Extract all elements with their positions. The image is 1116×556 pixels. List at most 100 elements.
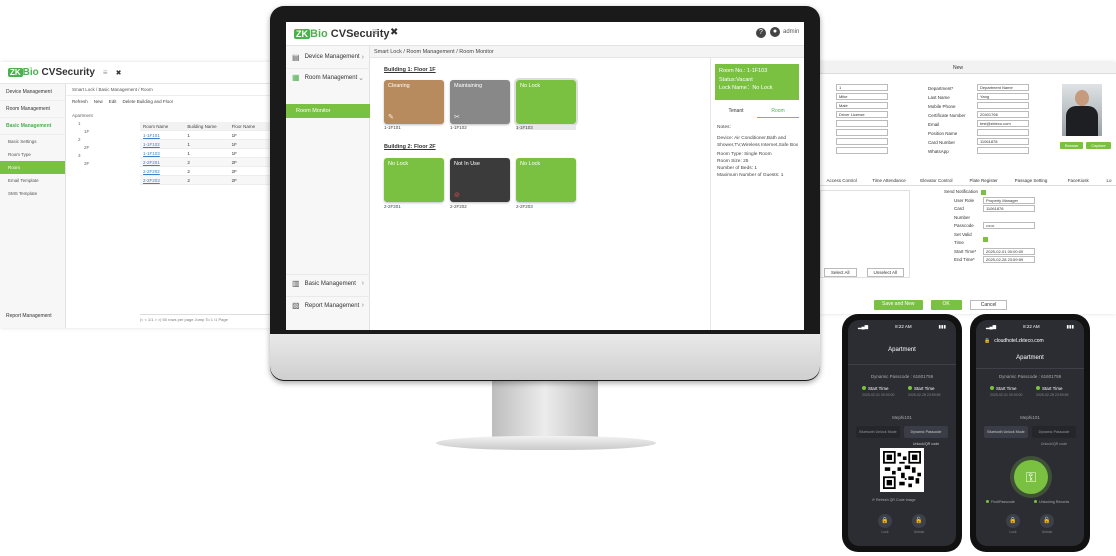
room-tile-no-lock[interactable]: No Lock (516, 158, 576, 202)
qr-mode-button[interactable]: Dynamic Passcode Unlock/QR code (1032, 426, 1076, 446)
tab-facekiosk[interactable]: FaceKiosk (1055, 176, 1102, 185)
tree-node[interactable]: 3F (72, 160, 132, 168)
help-icon[interactable]: ? (756, 28, 766, 38)
save-and-new-button[interactable]: Save and New (874, 300, 923, 310)
bluetooth-mode-button[interactable]: Bluetooth Unlock Mode (856, 426, 900, 438)
tab-time-attendance[interactable]: Time Attendance (865, 176, 912, 185)
delete-building-button[interactable]: Delete Building and Floor (123, 99, 174, 104)
certificate-type-select[interactable]: Driver License (836, 111, 888, 118)
passcode-field[interactable]: •••••• (983, 222, 1035, 229)
whatsapp-field[interactable] (977, 147, 1029, 154)
department-select[interactable]: Department Name (977, 84, 1029, 91)
first-name-field[interactable]: Mike (836, 93, 888, 100)
tab-lock[interactable]: Lo (1102, 176, 1116, 185)
lock-card-number-field[interactable]: 11061878 (983, 205, 1035, 212)
blank-field[interactable] (836, 138, 888, 145)
sidebar-item-basic[interactable]: Basic Management (0, 118, 65, 135)
card-number-field[interactable]: 11061878 (977, 138, 1029, 145)
tree-node[interactable]: 1F (72, 128, 132, 136)
room-name-link[interactable]: 1-1F101 (140, 133, 184, 138)
lock-icon[interactable]: 🔒 (1006, 514, 1020, 528)
unlock-icon[interactable]: 🔓 (912, 514, 926, 528)
table-row[interactable]: 2-2F203 2 2F (140, 176, 273, 185)
send-notification-checkbox[interactable] (981, 189, 987, 195)
gender-select[interactable]: Male (836, 102, 888, 109)
unselect-all-button[interactable]: Unselect All (866, 268, 905, 277)
tree-node[interactable]: 2F (72, 144, 132, 152)
new-button[interactable]: New (94, 99, 103, 104)
mobile-field[interactable] (977, 102, 1029, 109)
tree-node[interactable]: 3 (72, 152, 132, 160)
menu-icon[interactable]: ≡ (103, 68, 108, 77)
room-tile-maintaining[interactable]: Maintaining ✂ (450, 80, 510, 124)
close-icon[interactable]: ✖ (116, 69, 122, 77)
table-row[interactable]: 2-2F202 2 2F (140, 167, 273, 176)
sidebar-item-report[interactable]: Report Management (0, 308, 58, 324)
sidebar-item-basic[interactable]: ▥ Basic Management › (286, 274, 370, 292)
tab-room[interactable]: Room (757, 104, 799, 118)
sidebar-item-room[interactable]: ▦ Room Management ⌄ (286, 68, 370, 86)
room-tile-no-lock-selected[interactable]: No Lock (514, 78, 578, 126)
column-header[interactable]: Floor Name (229, 124, 273, 129)
lock-icon[interactable]: 🔒 (878, 514, 892, 528)
unlocking-records-link[interactable]: Unlocking Records (1034, 500, 1069, 504)
capture-button[interactable]: Capture (1086, 142, 1111, 149)
ok-button[interactable]: OK (930, 300, 962, 310)
tree-node[interactable]: 2 (72, 136, 132, 144)
refresh-button[interactable]: Refresh (72, 99, 88, 104)
pagination[interactable]: |< < 1/1 > >| 50 rows per page Jump To 1… (140, 314, 273, 322)
room-tile-cleaning[interactable]: Cleaning ✎ (384, 80, 444, 124)
sidebar-item-room[interactable]: Room Management (0, 101, 65, 118)
certificate-number-field[interactable]: 20401766 (977, 111, 1029, 118)
sidebar-item-device[interactable]: ▤ Device Management › (286, 48, 370, 66)
blank-field[interactable] (836, 120, 888, 127)
close-icon[interactable]: ✖ (390, 27, 398, 38)
room-name-link[interactable]: 1-1F103 (140, 151, 184, 156)
user-role-select[interactable]: Property Manager (983, 196, 1035, 204)
select-all-button[interactable]: Select All (824, 268, 857, 277)
room-name-link[interactable]: 2-2F201 (140, 160, 184, 165)
qr-mode-button[interactable]: Dynamic Passcode Unlock/QR code (904, 426, 948, 446)
position-field[interactable] (977, 129, 1029, 136)
user-menu[interactable]: ● admin (770, 27, 799, 37)
tab-plate-register[interactable]: Plate Register (960, 176, 1007, 185)
find-passcode-link[interactable]: Find/Passcode (986, 500, 1015, 504)
cancel-button[interactable]: Cancel (969, 300, 1008, 310)
sidebar-sub-room-monitor[interactable]: Room Monitor (286, 104, 370, 118)
valid-time-checkbox[interactable] (983, 236, 988, 242)
sidebar-item-device[interactable]: Device Management (0, 84, 65, 101)
sidebar-sub-room-type[interactable]: Room Type (0, 148, 65, 161)
tab-elevator-control[interactable]: Elevator Control (913, 176, 960, 185)
sidebar-sub-room[interactable]: Room (0, 161, 65, 174)
room-name-link[interactable]: 2-2F203 (140, 178, 184, 183)
last-name-field[interactable]: Yang (977, 93, 1029, 100)
bluetooth-mode-button[interactable]: Bluetooth Unlock Mode (984, 426, 1028, 438)
edit-button[interactable]: Edit (109, 99, 117, 104)
refresh-qr-button[interactable]: ⟳ Refresh QR Code Image (872, 498, 916, 502)
tab-access-control[interactable]: Access Control (818, 176, 865, 185)
sidebar-item-report[interactable]: ▧ Report Management › (286, 296, 370, 314)
table-row[interactable]: 1-1F102 1 1F (140, 140, 273, 149)
url-bar[interactable]: 🔒 cloudhotel.zkteco.com (984, 338, 1076, 344)
sidebar-sub-sms-template[interactable]: SMS Template (0, 187, 65, 200)
room-tile-no-lock[interactable]: No Lock (384, 158, 444, 202)
sidebar-sub-basic-settings[interactable]: Basic Settings (0, 135, 65, 148)
tab-tenant[interactable]: Tenant (715, 104, 757, 118)
start-time-field[interactable]: 2025-02-01 00:00:00 (983, 247, 1035, 255)
bluetooth-unlock-button[interactable]: ⚿ (1014, 460, 1048, 494)
sidebar-sub-email-template[interactable]: Email Template (0, 174, 65, 187)
column-header[interactable]: Building Name (184, 124, 228, 129)
browse-button[interactable]: Browse (1060, 142, 1084, 149)
unlock-icon[interactable]: 🔓 (1040, 514, 1054, 528)
column-header[interactable]: Room Name (140, 124, 184, 129)
room-tile-not-in-use[interactable]: Not In Use ⊘ (450, 158, 510, 202)
end-time-field[interactable]: 2025-02-28 23:59:59 (983, 256, 1035, 263)
table-row[interactable]: 1-1F101 1 1F (140, 131, 273, 140)
table-row[interactable]: 2-2F201 2 2F (140, 158, 273, 167)
blank-field[interactable] (836, 147, 888, 154)
tree-node[interactable]: Apartment (72, 112, 132, 120)
pin-field[interactable]: 1 (836, 84, 888, 91)
tab-passage-setting[interactable]: Passage Setting (1007, 176, 1054, 185)
menu-icon[interactable]: ≡ (372, 27, 378, 38)
room-name-link[interactable]: 1-1F102 (140, 142, 184, 147)
